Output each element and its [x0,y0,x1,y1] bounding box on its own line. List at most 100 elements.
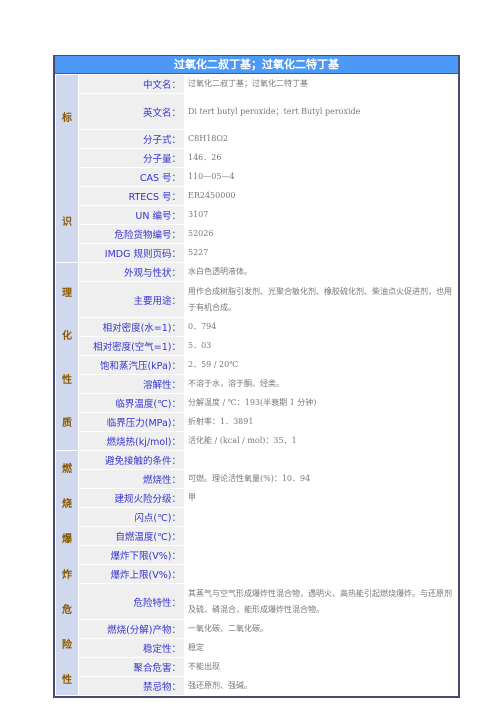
field-label: 中文名： [79,75,184,93]
field-label: IMDG 规则页码： [79,244,184,262]
field-value: 用作合成树脂引发剂、光聚合敏化剂、橡胶硫化剂、柴油点火促进剂，也用于有机合成。 [185,282,457,317]
section-header: 标识 [56,75,78,262]
field-label: 饱和蒸汽压(kPa)： [79,356,184,374]
section-char: 险 [62,640,72,651]
field-value [185,565,457,583]
field-label: 燃烧(分解)产物： [79,620,184,638]
table-row: 燃烧热(kj/mol)： 活化能 / (kcal / mol)：35．1 [56,432,457,450]
field-label: 闪点(℃)： [79,508,184,526]
field-value: 146．26 [185,149,457,167]
field-label: 溶解性： [79,375,184,393]
field-label: 主要用途： [79,282,184,317]
field-label: 禁忌物： [79,677,184,695]
field-label: 分子量： [79,149,184,167]
field-value: 强还原剂、强碱。 [185,677,457,695]
field-value [185,451,457,469]
field-label: RTECS 号： [79,187,184,205]
field-value: 折射率：1．3891 [185,413,457,431]
field-label: 稳定性： [79,639,184,657]
field-label: CAS 号： [79,168,184,186]
field-value: 52026 [185,225,457,243]
field-value: 3107 [185,206,457,224]
table-row: UN 编号： 3107 [56,206,457,224]
field-value: 可燃。理论活性氧量(%)：10．94 [185,470,457,488]
field-label: 避免接触的条件： [79,451,184,469]
field-label: 建规火险分级： [79,489,184,507]
msds-table: 过氧化二叔丁基；过氧化二特丁基 标识中文名： 过氧化二叔丁基；过氧化二特丁基 英文名… [53,55,460,698]
field-value: 甲 [185,489,457,507]
field-label: 英文名： [79,94,184,129]
table-row: 禁忌物： 强还原剂、强碱。 [56,677,457,695]
table-row: CAS 号： 110—05—4 [56,168,457,186]
field-value [185,508,457,526]
table-row: 饱和蒸汽压(kPa)： 2．59 / 20℃ [56,356,457,374]
section-header: 燃烧爆炸危险性 [56,451,78,695]
section-char: 危 [62,604,72,616]
field-value: C8H18O2 [185,130,457,148]
table-row: 燃烧(分解)产物： 一氧化碳、二氧化碳。 [56,620,457,638]
section-char: 烧 [62,499,72,510]
table-row: 危险货物编号： 52026 [56,225,457,243]
section-char: 识 [62,216,72,228]
section-char: 爆 [62,534,72,546]
table-row: 危险特性： 其蒸气与空气形成爆炸性混合物，遇明火、高热能引起燃烧爆炸。与还原剂及硫… [56,584,457,619]
table-row: 标识中文名： 过氧化二叔丁基；过氧化二特丁基 [56,75,457,262]
table-row: RTECS 号： ER2450000 [56,187,457,205]
field-label: 自燃温度(℃)： [79,527,184,545]
table-row: 爆炸下限(V%)： [56,546,457,564]
table-row: 英文名： Di tert butyl peroxide；tert Butyl pe… [56,94,457,129]
table-row: 聚合危害： 不能出现 [56,658,457,676]
field-label: 爆炸上限(V%)： [79,565,184,583]
table-row: 爆炸上限(V%)： [56,565,457,583]
table-row: 建规火险分级：甲 [56,489,457,507]
field-value: 过氧化二叔丁基；过氧化二特丁基 [185,75,457,93]
field-label: 外观与性状： [79,263,184,281]
field-value: 活化能 / (kcal / mol)：35．1 [185,432,457,450]
field-label: 相对密度(空气=1)： [79,337,184,355]
table-row: 溶解性： 不溶于水，溶于酮、烃类。 [56,375,457,393]
field-label: 燃烧性： [79,470,184,488]
table-row: 自燃温度(℃)： [56,527,457,545]
table-row: 临界温度(℃)： 分解温度 / ℃：193(半衰期 1 分钟) [56,394,457,412]
table-row: 稳定性： 稳定 [56,639,457,657]
field-value: 其蒸气与空气形成爆炸性混合物，遇明火、高热能引起燃烧爆炸。与还原剂及硫、磷混合，… [185,584,457,619]
table-row: 相对密度(水=1)： 0．794 [56,318,457,336]
field-value: 0．794 [185,318,457,336]
section-char: 理 [62,288,72,300]
field-value: 分解温度 / ℃：193(半衰期 1 分钟) [185,394,457,412]
table-row: 主要用途： 用作合成树脂引发剂、光聚合敏化剂、橡胶硫化剂、柴油点火促进剂，也用于有… [56,282,457,317]
field-value: 5227 [185,244,457,262]
field-value: 5．03 [185,337,457,355]
field-label: 燃烧热(kj/mol)： [79,432,184,450]
table-row: IMDG 规则页码： 5227 [56,244,457,262]
field-label: UN 编号： [79,206,184,224]
field-value: 不溶于水，溶于酮、烃类。 [185,375,457,393]
section-char: 性 [62,675,72,687]
section-header: 理化性质 [56,263,78,450]
field-label: 爆炸下限(V%)： [79,546,184,564]
section-char: 标 [62,113,72,125]
table-row: 临界压力(MPa)： 折射率：1．3891 [56,413,457,431]
field-label: 危险货物编号： [79,225,184,243]
field-value: 稳定 [185,639,457,657]
field-value: Di tert butyl peroxide；tert Butyl peroxi… [185,94,457,129]
field-value: 2．59 / 20℃ [185,356,457,374]
field-value [185,527,457,545]
field-label: 危险特性： [79,584,184,619]
section-char: 燃 [62,463,72,475]
field-value: 水白色透明液体。 [185,263,457,281]
document-title: 过氧化二叔丁基；过氧化二特丁基 [55,56,458,74]
section-char: 化 [62,331,72,343]
section-char: 性 [62,374,72,386]
section-char: 炸 [62,569,72,581]
property-table: 标识中文名： 过氧化二叔丁基；过氧化二特丁基 英文名： Di tert butyl p… [55,74,458,696]
field-value [185,546,457,564]
field-label: 分子式： [79,130,184,148]
section-char: 质 [62,417,72,429]
field-value: ER2450000 [185,187,457,205]
field-label: 临界压力(MPa)： [79,413,184,431]
field-value: 不能出现 [185,658,457,676]
table-row: 燃烧爆炸危险性避免接触的条件： [56,451,457,695]
field-value: 一氧化碳、二氧化碳。 [185,620,457,638]
table-row: 分子量： 146．26 [56,149,457,167]
